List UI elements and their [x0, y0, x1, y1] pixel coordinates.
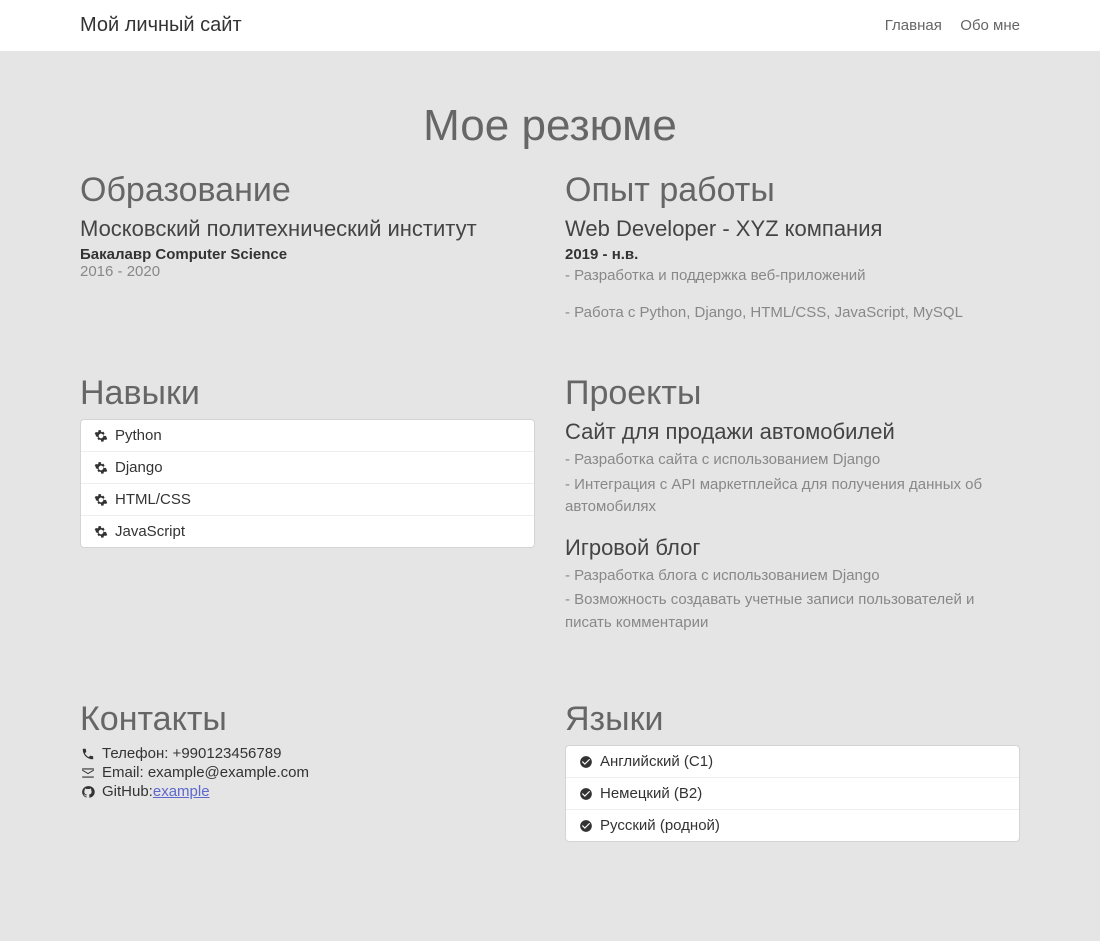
languages-list: Английский (C1) Немецкий (B2) Русский (р… [565, 745, 1020, 842]
contact-email: Email: example@example.com [102, 764, 309, 781]
phone-icon [80, 746, 96, 762]
languages-heading: Языки [565, 700, 1020, 739]
nav: Главная Обо мне [871, 17, 1020, 35]
language-label: Немецкий (B2) [600, 785, 702, 802]
project-bullet: - Интеграция с API маркетплейса для полу… [565, 474, 1020, 519]
check-circle-icon [578, 818, 594, 834]
education-heading: Образование [80, 171, 535, 210]
list-item: JavaScript [81, 516, 534, 547]
list-item: Русский (родной) [566, 810, 1019, 841]
skill-label: HTML/CSS [115, 491, 191, 508]
main: Мое резюме Образование Московский полите… [80, 51, 1020, 932]
cog-icon [93, 492, 109, 508]
education-degree: Бакалавр Computer Science [80, 246, 535, 263]
project-bullet: - Разработка блога с использованием Djan… [565, 565, 1020, 588]
envelope-icon [80, 765, 96, 781]
skills-section: Навыки Python Django HTML/CSS JavaScript [80, 374, 535, 650]
cog-icon [93, 460, 109, 476]
education-section: Образование Московский политехнический и… [80, 171, 535, 324]
experience-title: Web Developer - XYZ компания [565, 216, 1020, 242]
nav-home-link[interactable]: Главная [885, 17, 942, 34]
github-link[interactable]: example [153, 783, 210, 800]
check-circle-icon [578, 786, 594, 802]
github-label: GitHub: [102, 783, 153, 800]
list-item: HTML/CSS [81, 484, 534, 516]
skills-heading: Навыки [80, 374, 535, 413]
cog-icon [93, 428, 109, 444]
skill-label: JavaScript [115, 523, 185, 540]
project-title: Игровой блог [565, 535, 1020, 561]
projects-section: Проекты Сайт для продажи автомобилей - Р… [565, 374, 1020, 650]
project-title: Сайт для продажи автомобилей [565, 419, 1020, 445]
skill-label: Django [115, 459, 163, 476]
list-item: Английский (C1) [566, 746, 1019, 778]
list-item: Немецкий (B2) [566, 778, 1019, 810]
header: Мой личный сайт Главная Обо мне [0, 0, 1100, 51]
education-years: 2016 - 2020 [80, 263, 535, 280]
check-circle-icon [578, 754, 594, 770]
projects-heading: Проекты [565, 374, 1020, 413]
language-label: Русский (родной) [600, 817, 720, 834]
language-label: Английский (C1) [600, 753, 713, 770]
github-icon [80, 784, 96, 800]
page-title: Мое резюме [80, 101, 1020, 151]
contacts-section: Контакты Телефон: +990123456789 Email: e… [80, 700, 535, 842]
contacts-heading: Контакты [80, 700, 535, 739]
experience-bullet-1: - Разработка и поддержка веб-приложений [565, 265, 1020, 288]
education-school: Московский политехнический институт [80, 216, 535, 242]
brand-link[interactable]: Мой личный сайт [80, 14, 242, 37]
experience-period: 2019 - н.в. [565, 246, 1020, 263]
nav-about-link[interactable]: Обо мне [960, 17, 1020, 34]
project-bullet: - Возможность создавать учетные записи п… [565, 589, 1020, 634]
cog-icon [93, 524, 109, 540]
list-item: Python [81, 420, 534, 452]
skill-label: Python [115, 427, 162, 444]
skills-list: Python Django HTML/CSS JavaScript [80, 419, 535, 548]
experience-bullet-2: - Работа с Python, Django, HTML/CSS, Jav… [565, 302, 1020, 325]
languages-section: Языки Английский (C1) Немецкий (B2) Русс… [565, 700, 1020, 842]
project-bullet: - Разработка сайта с использованием Djan… [565, 449, 1020, 472]
experience-heading: Опыт работы [565, 171, 1020, 210]
experience-section: Опыт работы Web Developer - XYZ компания… [565, 171, 1020, 324]
contact-phone: Телефон: +990123456789 [102, 745, 281, 762]
list-item: Django [81, 452, 534, 484]
